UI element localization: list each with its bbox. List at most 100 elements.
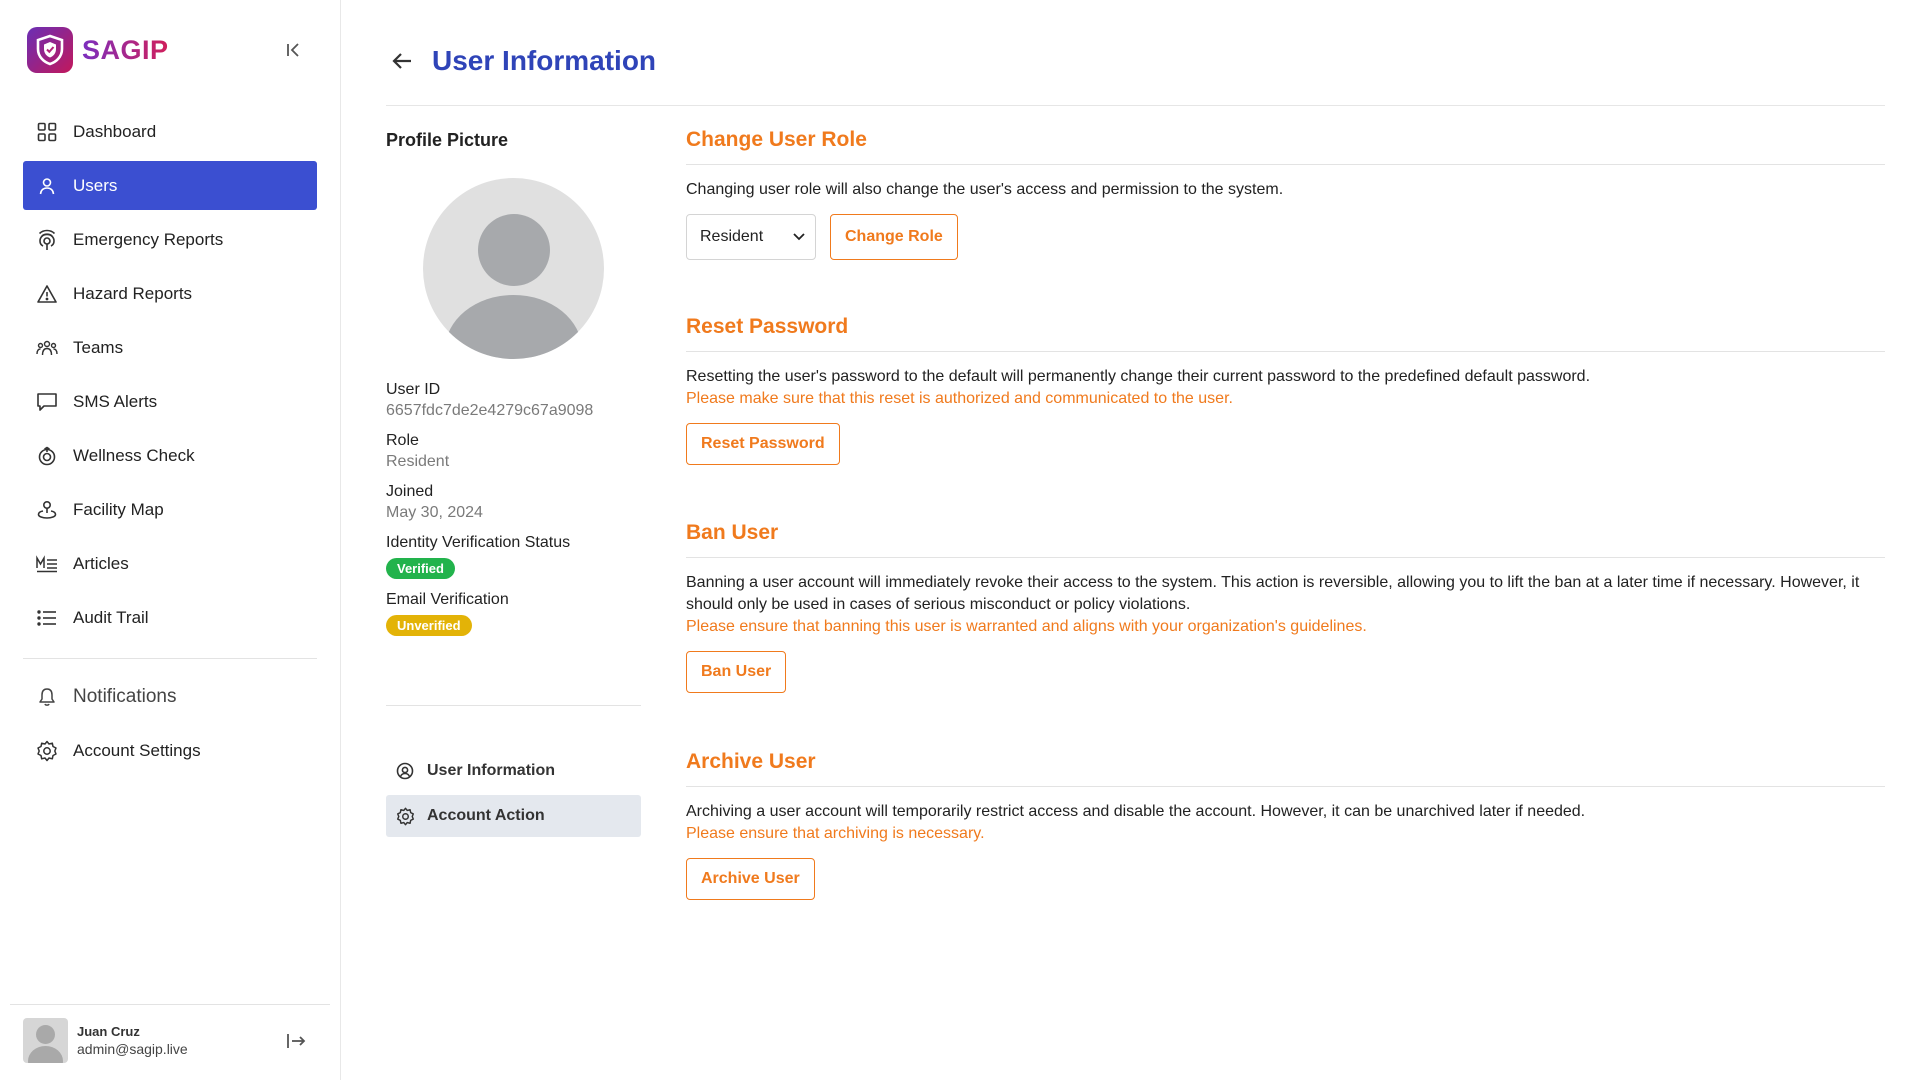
main-content: User Information Profile Picture User ID… bbox=[341, 0, 1920, 1080]
brand-name: SAGIP bbox=[82, 34, 169, 65]
user-icon bbox=[36, 175, 58, 197]
profile-divider bbox=[386, 705, 641, 706]
grid-icon bbox=[36, 121, 58, 143]
tab-user-information[interactable]: User Information bbox=[386, 750, 641, 792]
sidebar-item-label: Account Settings bbox=[73, 740, 201, 760]
sidebar-item-label: Audit Trail bbox=[73, 607, 149, 627]
chevron-down-icon bbox=[793, 228, 805, 246]
sidebar-item-label: Teams bbox=[73, 337, 124, 357]
user-id-label: User ID bbox=[386, 381, 441, 398]
sidebar-item-label: Hazard Reports bbox=[73, 283, 193, 303]
current-user[interactable]: Juan Cruz admin@sagip.live bbox=[23, 1018, 188, 1063]
collapse-sidebar-icon[interactable] bbox=[284, 40, 304, 60]
articles-icon bbox=[36, 553, 58, 575]
ban-user-button[interactable]: Ban User bbox=[686, 651, 787, 693]
role-value: Resident bbox=[386, 453, 450, 470]
sidebar-item-emergency-reports[interactable]: Emergency Reports bbox=[23, 215, 317, 264]
shield-icon bbox=[27, 27, 73, 73]
sidebar-item-wellness-check[interactable]: Wellness Check bbox=[23, 431, 317, 480]
tab-label: Account Action bbox=[427, 807, 545, 824]
profile-subnav: User Information Account Action bbox=[386, 750, 641, 840]
joined-label: Joined bbox=[386, 483, 434, 500]
archive-user-section: Archive User Archiving a user account wi… bbox=[686, 750, 1885, 900]
sidebar-item-label: Dashboard bbox=[73, 121, 157, 141]
section-warning: Please ensure that banning this user is … bbox=[686, 618, 1367, 635]
back-arrow-icon[interactable] bbox=[391, 48, 417, 74]
warning-icon bbox=[36, 283, 58, 305]
joined-value: May 30, 2024 bbox=[386, 504, 483, 521]
user-divider bbox=[10, 1004, 330, 1005]
sidebar-item-label: Emergency Reports bbox=[73, 229, 224, 249]
sidebar-item-label: Articles bbox=[73, 553, 129, 573]
identity-verification-label: Identity Verification Status bbox=[386, 534, 571, 551]
sidebar-item-label: Users bbox=[73, 175, 118, 195]
sidebar-item-hazard-reports[interactable]: Hazard Reports bbox=[23, 269, 317, 318]
map-pin-icon bbox=[36, 499, 58, 521]
tab-label: User Information bbox=[427, 762, 556, 779]
gear-icon bbox=[396, 807, 415, 826]
sidebar-secondary-nav: Notifications Account Settings bbox=[23, 672, 317, 780]
tab-account-action[interactable]: Account Action bbox=[386, 795, 641, 837]
page-title: User Information bbox=[432, 45, 657, 76]
profile-picture-label: Profile Picture bbox=[386, 130, 509, 150]
role-label: Role bbox=[386, 432, 419, 449]
gear-icon bbox=[36, 740, 58, 762]
sidebar-divider bbox=[23, 658, 317, 659]
email-verification-label: Email Verification bbox=[386, 591, 509, 608]
section-divider bbox=[686, 351, 1885, 352]
section-title: Reset Password bbox=[686, 315, 849, 338]
ban-user-section: Ban User Banning a user account will imm… bbox=[686, 521, 1885, 693]
section-description: Archiving a user account will temporaril… bbox=[686, 803, 1586, 820]
page-header: User Information bbox=[391, 45, 656, 77]
sidebar-item-dashboard[interactable]: Dashboard bbox=[23, 107, 317, 156]
identity-status-badge: Verified bbox=[386, 558, 455, 579]
sidebar-item-label: Notifications bbox=[73, 685, 177, 707]
logout-icon[interactable] bbox=[285, 1030, 307, 1052]
sidebar-item-facility-map[interactable]: Facility Map bbox=[23, 485, 317, 534]
bell-icon bbox=[36, 686, 58, 708]
sidebar-item-users[interactable]: Users bbox=[23, 161, 317, 210]
sidebar-nav: Dashboard Users Emergency Reports Hazard… bbox=[23, 107, 317, 647]
section-warning: Please make sure that this reset is auth… bbox=[686, 390, 1233, 407]
sidebar-item-label: SMS Alerts bbox=[73, 391, 158, 411]
change-role-section: Change User Role Changing user role will… bbox=[686, 128, 1885, 260]
reset-password-button[interactable]: Reset Password bbox=[686, 423, 840, 465]
section-title: Change User Role bbox=[686, 128, 867, 151]
email-status-badge: Unverified bbox=[386, 615, 472, 636]
sidebar-item-label: Wellness Check bbox=[73, 445, 195, 465]
section-warning: Please ensure that archiving is necessar… bbox=[686, 825, 985, 842]
role-select-value: Resident bbox=[700, 228, 764, 245]
user-id-value: 6657fdc7de2e4279c67a9098 bbox=[386, 402, 594, 419]
sidebar-item-audit-trail[interactable]: Audit Trail bbox=[23, 593, 317, 642]
location-signal-icon bbox=[36, 229, 58, 251]
section-description: Resetting the user's password to the def… bbox=[686, 368, 1591, 385]
section-divider bbox=[686, 557, 1885, 558]
user-email: admin@sagip.live bbox=[77, 1041, 188, 1057]
header-divider bbox=[386, 105, 1885, 106]
profile-info: User ID 6657fdc7de2e4279c67a9098 Role Re… bbox=[386, 381, 641, 636]
team-icon bbox=[36, 337, 58, 359]
avatar bbox=[23, 1018, 68, 1063]
section-description: Banning a user account will immediately … bbox=[686, 574, 1860, 613]
sidebar-item-notifications[interactable]: Notifications bbox=[23, 672, 317, 721]
sidebar-item-account-settings[interactable]: Account Settings bbox=[23, 726, 317, 775]
section-title: Archive User bbox=[686, 750, 816, 773]
profile-panel: Profile Picture User ID 6657fdc7de2e4279… bbox=[386, 130, 641, 636]
reset-password-section: Reset Password Resetting the user's pass… bbox=[686, 315, 1885, 465]
section-title: Ban User bbox=[686, 521, 779, 544]
sidebar-item-sms-alerts[interactable]: SMS Alerts bbox=[23, 377, 317, 426]
role-select[interactable]: Resident bbox=[686, 214, 816, 260]
profile-picture bbox=[423, 178, 604, 359]
section-divider bbox=[686, 164, 1885, 165]
sidebar: SAGIP Dashboard Users Emergency Reports … bbox=[0, 0, 341, 1080]
sidebar-item-articles[interactable]: Articles bbox=[23, 539, 317, 588]
sidebar-item-teams[interactable]: Teams bbox=[23, 323, 317, 372]
brand[interactable]: SAGIP bbox=[27, 27, 169, 73]
sidebar-item-label: Facility Map bbox=[73, 499, 164, 519]
change-role-button[interactable]: Change Role bbox=[830, 214, 958, 260]
wellness-icon bbox=[36, 445, 58, 467]
message-icon bbox=[36, 391, 58, 413]
section-divider bbox=[686, 786, 1885, 787]
archive-user-button[interactable]: Archive User bbox=[686, 858, 815, 900]
list-icon bbox=[36, 607, 58, 629]
